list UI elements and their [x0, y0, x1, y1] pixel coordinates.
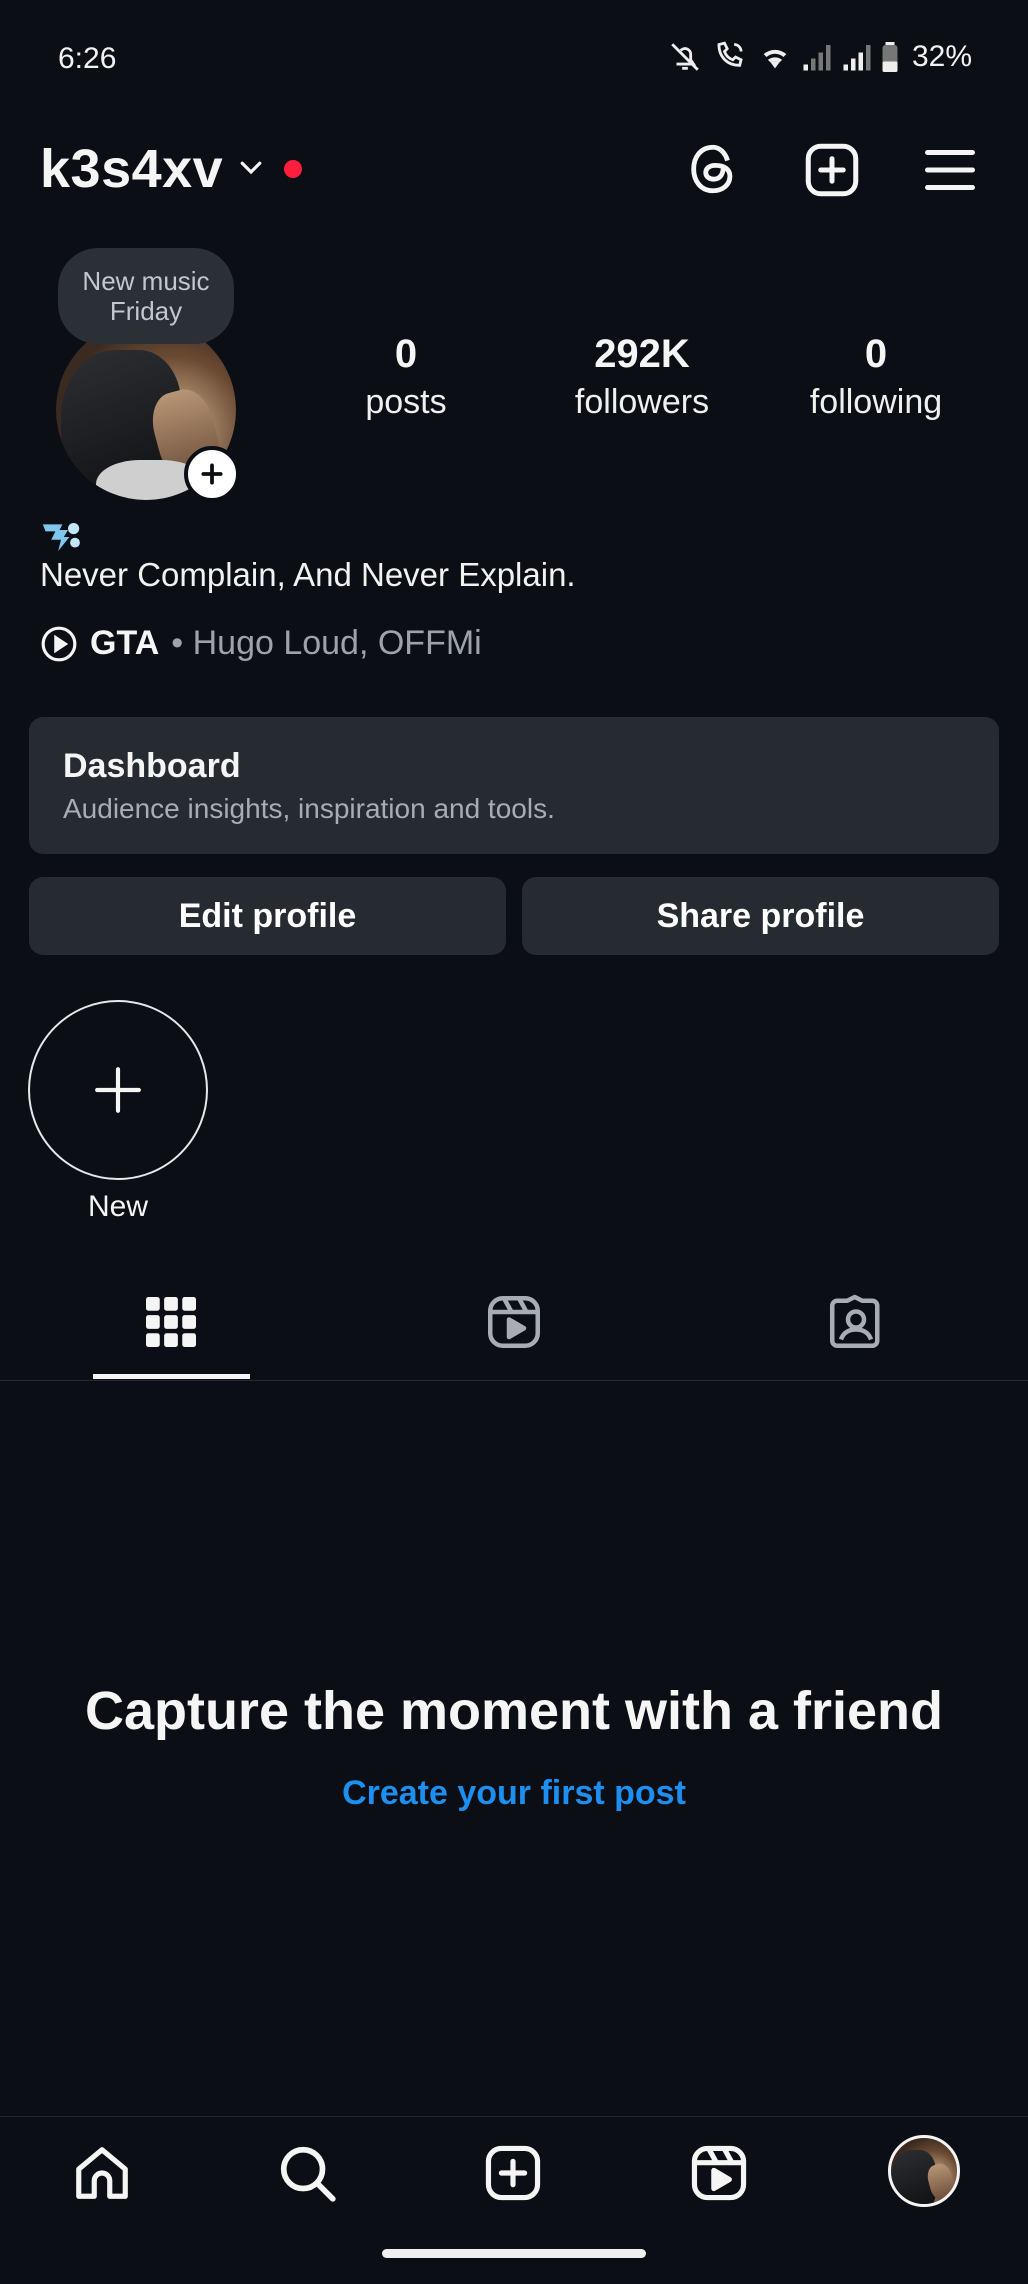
stat-label: followers — [574, 383, 710, 421]
note-bubble[interactable]: New music Friday — [58, 248, 234, 344]
music-artist: • Hugo Loud, OFFMi — [171, 624, 482, 662]
plus-icon — [201, 463, 223, 485]
reels-icon[interactable] — [688, 2142, 750, 2204]
wifi-call-icon — [717, 41, 743, 67]
stat-followers[interactable]: 292K followers — [552, 332, 732, 422]
create-icon[interactable] — [482, 2142, 544, 2204]
mute-icon — [671, 43, 699, 71]
home-icon[interactable] — [71, 2142, 133, 2204]
username[interactable]: k3s4xv — [40, 138, 223, 200]
profile-music[interactable]: GTA • Hugo Loud, OFFMi — [40, 624, 482, 663]
stat-following[interactable]: 0 following — [786, 332, 966, 422]
notification-dot — [284, 160, 302, 178]
stat-label: following — [809, 383, 943, 421]
new-highlight-label: New — [87, 1190, 148, 1223]
tagged-icon[interactable] — [826, 1290, 886, 1354]
active-tab-indicator — [93, 1374, 250, 1379]
status-time: 6:26 — [58, 42, 117, 75]
stat-posts[interactable]: 0 posts — [346, 332, 466, 422]
chevron-down-icon[interactable] — [236, 152, 266, 182]
reels-icon[interactable] — [484, 1290, 544, 1354]
note-line-2: Friday — [109, 296, 183, 326]
signal-icon — [843, 45, 871, 71]
bio-text: Never Complain, And Never Explain. — [40, 556, 576, 593]
play-circle-icon — [41, 626, 77, 661]
dashboard-title: Dashboard — [63, 747, 241, 785]
add-story-button[interactable] — [184, 446, 240, 502]
divider — [0, 1380, 1028, 1381]
grid-icon[interactable] — [141, 1290, 201, 1354]
plus-icon — [95, 1067, 141, 1113]
empty-state-title: Capture the moment with a friend — [84, 1681, 944, 1741]
note-line-1: New music — [82, 266, 210, 296]
create-first-post-link[interactable]: Create your first post — [0, 1774, 1028, 1813]
battery-percent: 32% — [911, 40, 972, 73]
wifi-icon — [763, 49, 787, 69]
stat-value: 0 — [394, 332, 418, 376]
profile-nav-avatar[interactable] — [888, 2135, 960, 2207]
create-icon[interactable] — [802, 140, 862, 200]
stat-value: 0 — [864, 332, 888, 376]
share-profile-button[interactable]: Share profile — [522, 877, 999, 955]
menu-icon[interactable] — [920, 140, 980, 200]
stat-value: 292K — [594, 332, 690, 376]
search-icon[interactable] — [276, 2142, 338, 2204]
battery-icon — [882, 42, 898, 72]
status-icons: 32% — [668, 40, 972, 74]
music-song: GTA — [90, 624, 160, 662]
divider — [0, 2116, 1028, 2117]
new-highlight-button[interactable] — [28, 1000, 208, 1180]
home-indicator[interactable] — [382, 2249, 646, 2258]
dashing-away-emoji-icon — [42, 523, 80, 551]
stat-label: posts — [365, 383, 447, 421]
signal-icon — [803, 45, 831, 71]
dashboard-card[interactable]: Dashboard Audience insights, inspiration… — [29, 717, 999, 854]
edit-profile-button[interactable]: Edit profile — [29, 877, 506, 955]
threads-icon[interactable] — [684, 140, 742, 198]
dashboard-subtitle: Audience insights, inspiration and tools… — [63, 793, 555, 824]
